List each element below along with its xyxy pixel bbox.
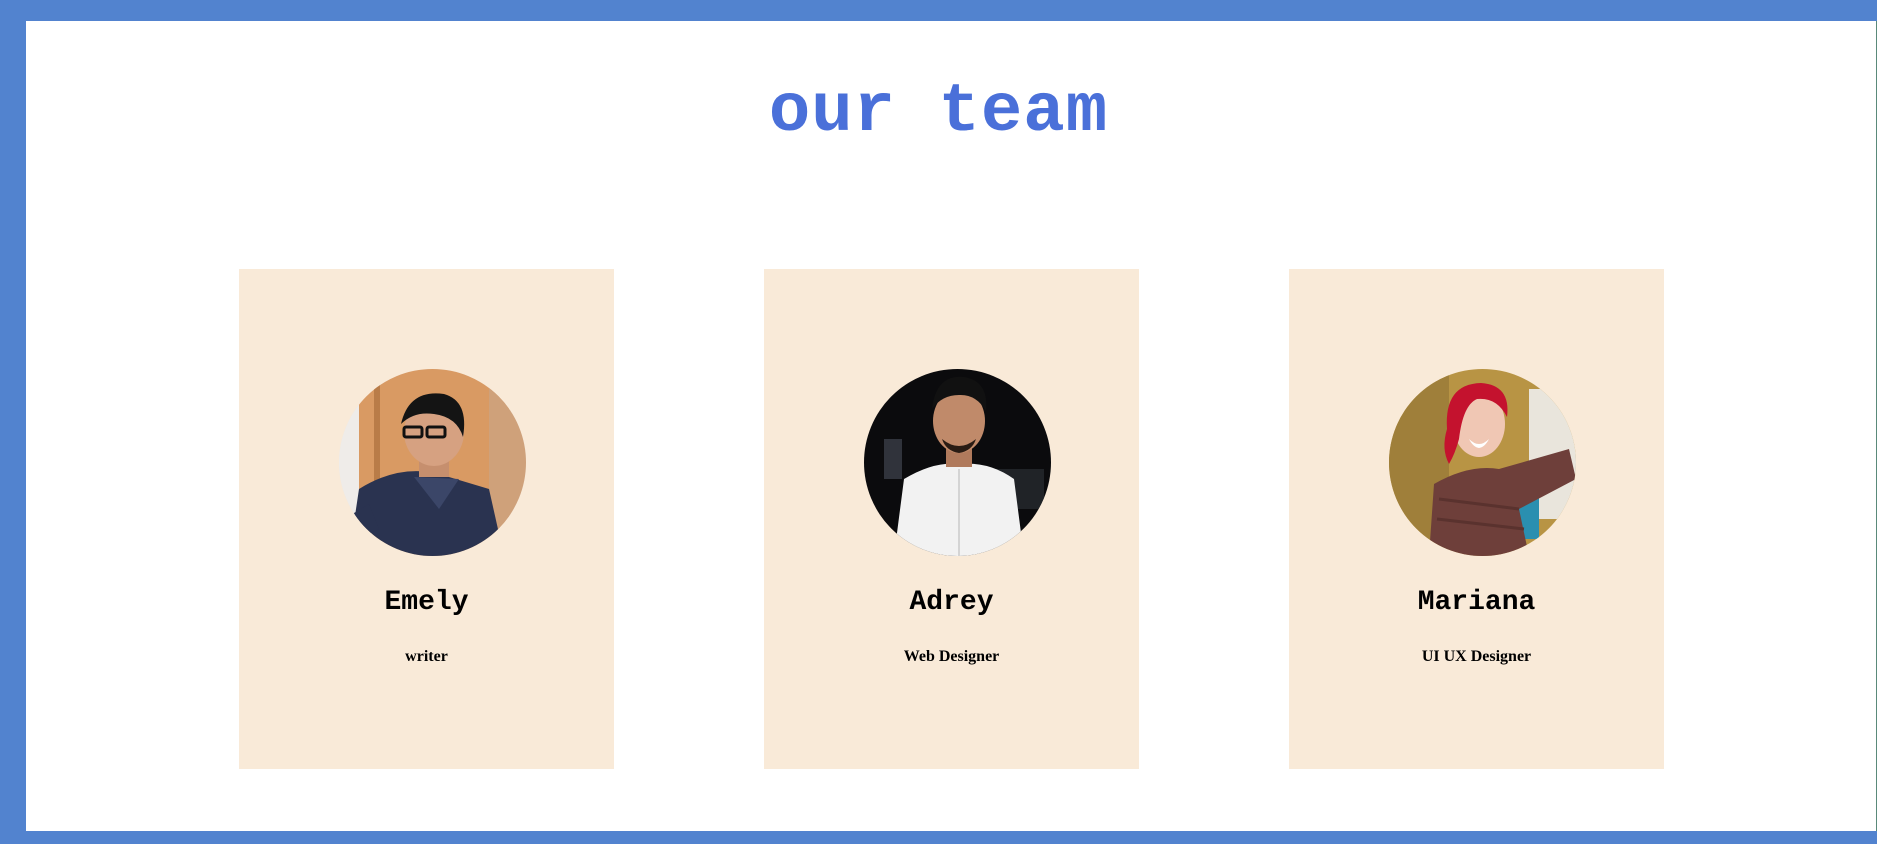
member-name: Emely [384, 587, 469, 618]
member-role: UI UX Designer [1421, 648, 1532, 665]
page-title: our team [768, 73, 1109, 151]
avatar [339, 369, 526, 556]
member-name: Adrey [909, 587, 994, 618]
team-card: Mariana UI UX Designer [1289, 269, 1664, 769]
team-card: Emely writer [239, 269, 614, 769]
avatar [1389, 369, 1576, 556]
avatar [864, 369, 1051, 556]
member-role: Web Designer [903, 648, 1000, 665]
team-card: Adrey Web Designer [764, 269, 1139, 769]
member-name: Mariana [1417, 587, 1536, 618]
member-role: writer [405, 648, 448, 665]
